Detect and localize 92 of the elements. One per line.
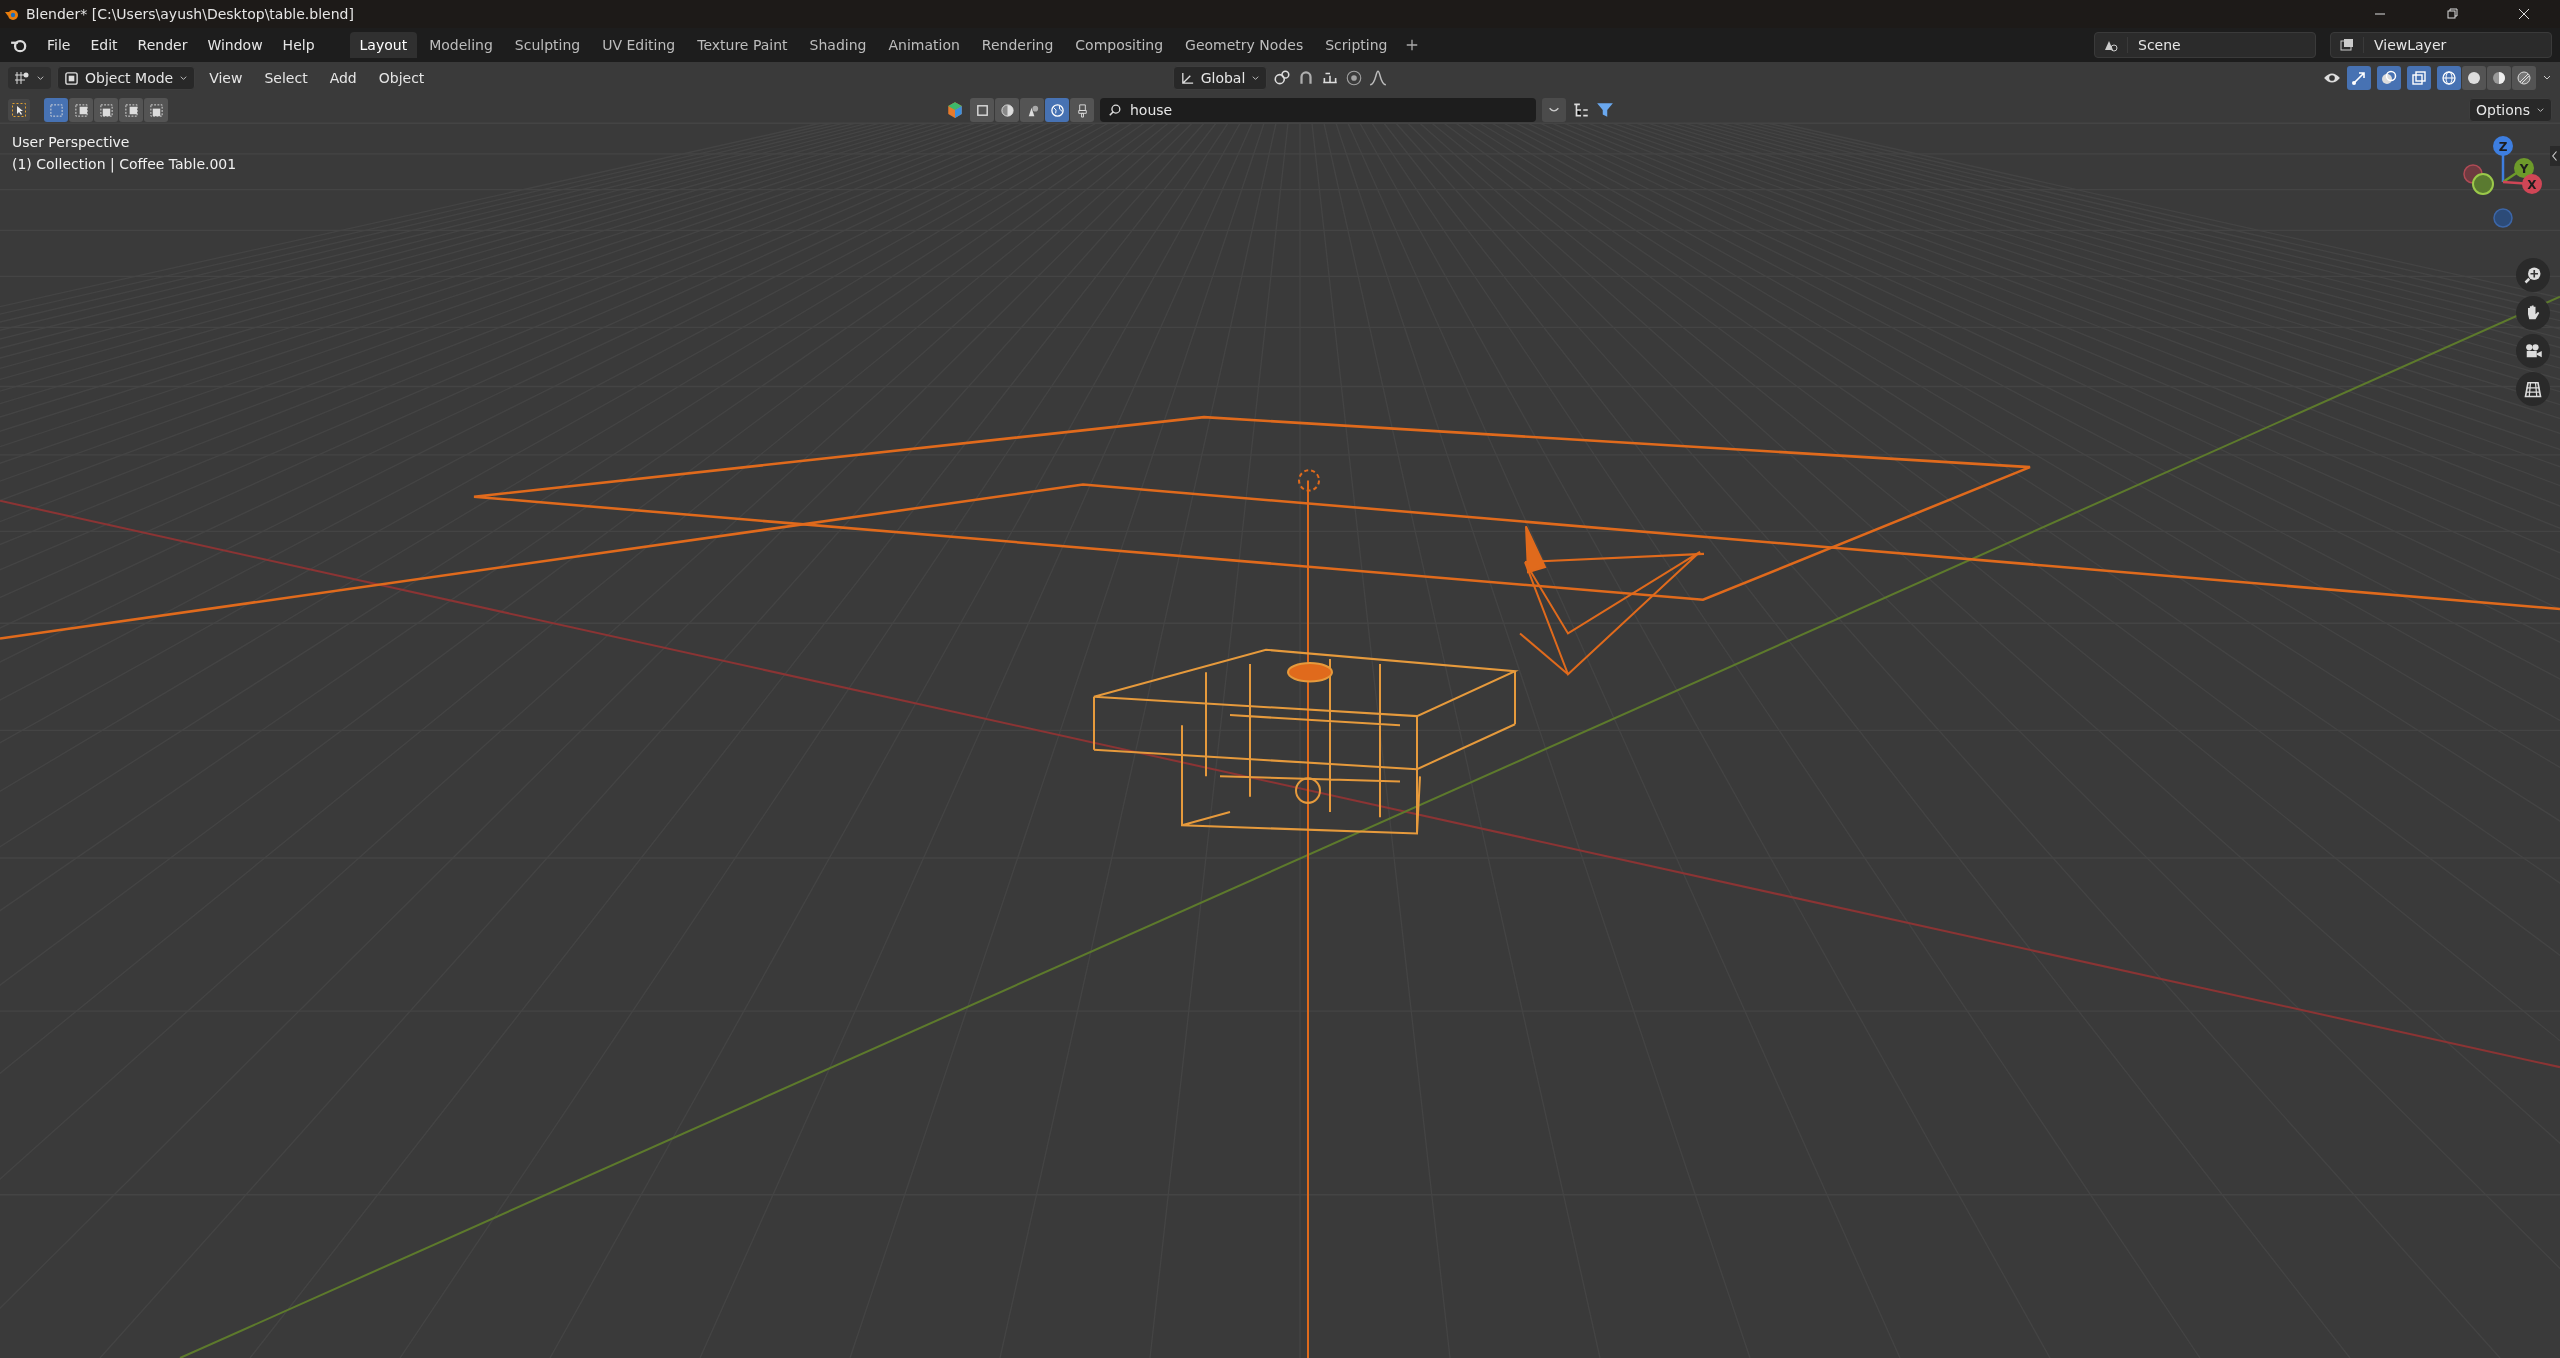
header-menu-item[interactable]: Select — [256, 67, 316, 89]
orientation-label: Global — [1200, 70, 1246, 86]
workspace-tab[interactable]: Texture Paint — [687, 32, 798, 58]
zoom-icon — [2523, 265, 2543, 285]
shading-mode-button[interactable] — [2487, 66, 2511, 90]
axes-icon — [1179, 70, 1195, 86]
world-filter-button[interactable] — [1045, 98, 1069, 122]
shading-mode-button[interactable] — [2437, 66, 2461, 90]
hierarchy-icon[interactable] — [1572, 101, 1590, 119]
light-icon — [1298, 469, 1320, 492]
selection-mode-button[interactable] — [144, 98, 168, 122]
select-box-tool[interactable] — [8, 99, 30, 121]
zoom-button[interactable] — [2516, 258, 2550, 292]
square-icon — [974, 102, 990, 118]
navigation-gizmo[interactable]: Z Y X — [2456, 134, 2556, 244]
projection-button[interactable] — [2516, 372, 2550, 406]
selection-icon — [48, 102, 64, 118]
menu-item[interactable]: Render — [128, 33, 197, 57]
editor-type-button[interactable] — [8, 67, 51, 89]
window-title: Blender* [C:\Users\ayush\Desktop\table.blend] — [26, 6, 354, 22]
pivot-icon[interactable] — [1273, 69, 1292, 87]
brush-filter-button[interactable] — [1070, 98, 1094, 122]
workspace-tab[interactable]: Sculpting — [504, 32, 591, 58]
header-menu-item[interactable]: Add — [321, 67, 365, 89]
gizmo-toggle[interactable] — [2347, 66, 2371, 90]
viewport-icon — [14, 70, 30, 86]
overlay-icon — [2381, 70, 2397, 86]
sidebar-toggle[interactable] — [2550, 146, 2560, 166]
object-filter-button[interactable] — [970, 98, 994, 122]
caret-icon — [179, 73, 189, 83]
selection-mode-button[interactable] — [69, 98, 93, 122]
wireframe-sphere-icon — [2441, 70, 2457, 86]
sort-button[interactable] — [1542, 98, 1566, 122]
overlay-toggle[interactable] — [2377, 66, 2401, 90]
grid-icon — [2523, 379, 2543, 399]
rendered-sphere-icon — [2516, 70, 2532, 86]
scene-selector[interactable]: Scene — [2094, 32, 2316, 58]
material-sphere-icon — [2491, 70, 2507, 86]
selection-icon — [148, 102, 164, 118]
caret-icon — [2536, 105, 2545, 115]
chevron-icon — [2551, 150, 2559, 162]
solid-sphere-icon — [2466, 70, 2482, 86]
add-icon[interactable] — [1405, 38, 1420, 52]
orientation-dropdown[interactable]: Global — [1172, 66, 1268, 90]
mode-label: Object Mode — [85, 70, 174, 86]
pan-button[interactable] — [2516, 296, 2550, 330]
caret-icon — [1251, 73, 1261, 83]
shading-mode-button[interactable] — [2462, 66, 2486, 90]
gizmo-icon — [2351, 70, 2367, 86]
workspace-tab[interactable]: Layout — [349, 32, 418, 58]
selection-mode-button[interactable] — [94, 98, 118, 122]
falloff-icon[interactable] — [1369, 69, 1388, 87]
xray-toggle[interactable] — [2407, 66, 2431, 90]
camera-view-button[interactable] — [2516, 334, 2550, 368]
options-label: Options — [2475, 102, 2530, 118]
menu-item[interactable]: File — [38, 33, 80, 57]
search-field[interactable]: house — [1100, 98, 1536, 122]
mode-dropdown[interactable]: Object Mode — [57, 66, 196, 90]
view-layer-selector[interactable]: ViewLayer — [2330, 32, 2552, 58]
cursor-icon — [11, 102, 27, 118]
menu-item[interactable]: Help — [273, 33, 324, 57]
header-menu-item[interactable]: View — [201, 67, 251, 89]
selection-icon — [73, 102, 89, 118]
workspace-tab[interactable]: Animation — [878, 32, 970, 58]
selection-icon — [98, 102, 114, 118]
workspace-tab[interactable]: Geometry Nodes — [1175, 32, 1314, 58]
workspace-tab[interactable]: Shading — [799, 32, 877, 58]
selection-icon — [123, 102, 139, 118]
workspace-tab[interactable]: Scripting — [1315, 32, 1398, 58]
data-filter-button[interactable] — [1020, 98, 1044, 122]
sphere-icon — [999, 102, 1015, 118]
cube-icon — [64, 70, 79, 86]
workspace-tab[interactable]: Compositing — [1065, 32, 1174, 58]
menu-item[interactable]: Edit — [81, 33, 127, 57]
globe-icon — [1049, 102, 1065, 118]
selection-mode-button[interactable] — [44, 98, 68, 122]
menu-item[interactable]: Window — [198, 33, 272, 57]
material-filter-button[interactable] — [995, 98, 1019, 122]
workspace-tab[interactable]: UV Editing — [592, 32, 686, 58]
object-info: (1) Collection | Coffee Table.001 — [12, 156, 237, 172]
proportional-edit-icon[interactable] — [1345, 69, 1364, 87]
filter-icon[interactable] — [1596, 101, 1614, 119]
workspace-tab[interactable]: Rendering — [971, 32, 1064, 58]
workspace-tab[interactable]: Modeling — [419, 32, 503, 58]
caret-icon — [36, 73, 45, 83]
shading-mode-button[interactable] — [2512, 66, 2536, 90]
header-menu-item[interactable]: Object — [370, 67, 433, 89]
selection-mode-button[interactable] — [119, 98, 143, 122]
options-dropdown[interactable]: Options — [2468, 98, 2552, 122]
view-name: User Perspective — [12, 134, 131, 150]
color-cube-icon[interactable] — [946, 101, 964, 119]
xray-icon — [2411, 70, 2427, 86]
